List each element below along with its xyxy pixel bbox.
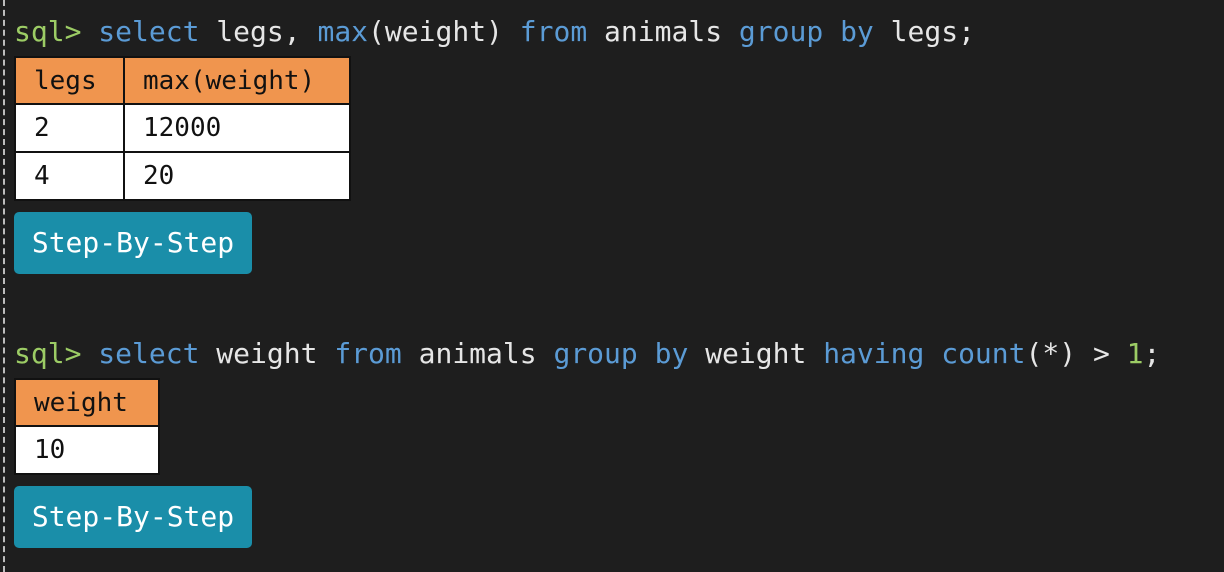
sql-prompt: sql> (14, 15, 82, 48)
sql-keyword: count (941, 337, 1026, 370)
sql-text: animals (401, 337, 554, 370)
step-by-step-button-2[interactable]: Step-By-Step (14, 486, 252, 548)
sql-query-text: select weight from animals group by weig… (81, 337, 1160, 370)
query-block-2: sql> select weight from animals group by… (14, 334, 1160, 548)
table-cell: 10 (14, 425, 160, 475)
result-table-1: legs max(weight) 2 12000 4 20 (14, 56, 351, 201)
sql-keyword: select (98, 15, 200, 48)
table-cell: 4 (14, 151, 125, 201)
sql-text: animals (587, 15, 739, 48)
column-header-max-weight: max(weight) (123, 56, 351, 105)
sql-keyword: select (98, 337, 200, 370)
sql-text: ; (1143, 337, 1161, 370)
sql-keyword: group (738, 15, 824, 48)
result-table-2: weight 10 (14, 378, 160, 475)
sql-keyword: by (840, 15, 874, 48)
sql-text: legs; (873, 15, 975, 48)
sql-query-text: select legs, max(weight) from animals gr… (81, 15, 975, 48)
sql-number: 1 (1126, 337, 1144, 370)
query-block-1: sql> select legs, max(weight) from anima… (14, 12, 975, 274)
sql-keyword: by (654, 337, 689, 370)
step-by-step-button-1[interactable]: Step-By-Step (14, 212, 252, 274)
table-row: 4 20 (14, 151, 351, 201)
sql-text: (*) > (1025, 337, 1127, 370)
sql-text: (weight) (368, 15, 520, 48)
table-cell: 12000 (123, 103, 351, 153)
sql-keyword: having (823, 337, 925, 370)
column-header-legs: legs (14, 56, 125, 105)
sql-text: legs, (199, 15, 318, 48)
sql-command-1: sql> select legs, max(weight) from anima… (14, 12, 975, 52)
sql-keyword: from (334, 337, 402, 370)
sql-keyword: group (553, 337, 638, 370)
table-cell: 2 (14, 103, 125, 153)
table-header-row: legs max(weight) (14, 56, 351, 105)
sql-keyword: max (317, 15, 369, 48)
left-dashed-border (3, 0, 5, 572)
column-header-weight: weight (14, 378, 160, 427)
table-cell: 20 (123, 151, 351, 201)
sql-keyword: from (519, 15, 588, 48)
table-row: 2 12000 (14, 103, 351, 153)
table-header-row: weight (14, 378, 160, 427)
sql-text: weight (688, 337, 824, 370)
table-row: 10 (14, 425, 160, 475)
sql-prompt: sql> (14, 337, 82, 370)
sql-text: weight (199, 337, 335, 370)
sql-command-2: sql> select weight from animals group by… (14, 334, 1160, 374)
